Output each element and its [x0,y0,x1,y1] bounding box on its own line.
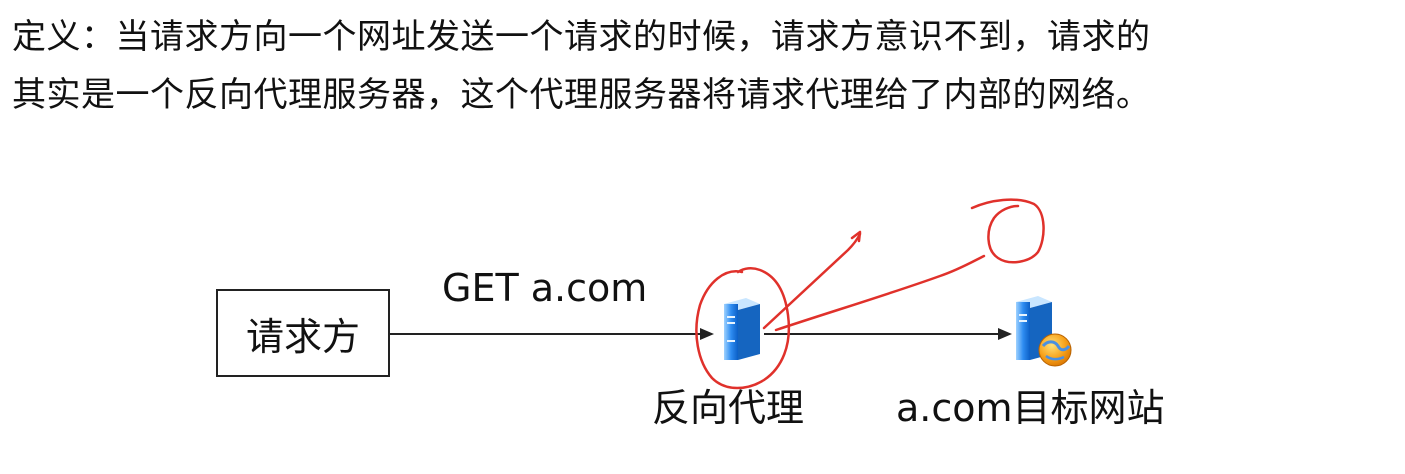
red-annotations [695,198,1045,390]
annotation-circle-top [970,198,1045,264]
proxy-label: 反向代理 [652,386,805,430]
request-label: GET a.com [442,266,648,310]
client-box: 请求方 [216,289,390,377]
arrow-proxy-to-target [764,328,1012,340]
server-icon [724,298,760,360]
reverse-proxy-diagram: 请求方 GET a.com 反向代理 a.com目标网站 [0,0,1405,474]
client-label: 请求方 [245,314,360,359]
annotation-line-upper [762,232,862,330]
web-server-globe-icon [1016,296,1072,367]
arrow-client-to-proxy [390,328,714,340]
target-site-label: a.com目标网站 [896,386,1165,430]
annotation-line-lower [774,254,986,332]
